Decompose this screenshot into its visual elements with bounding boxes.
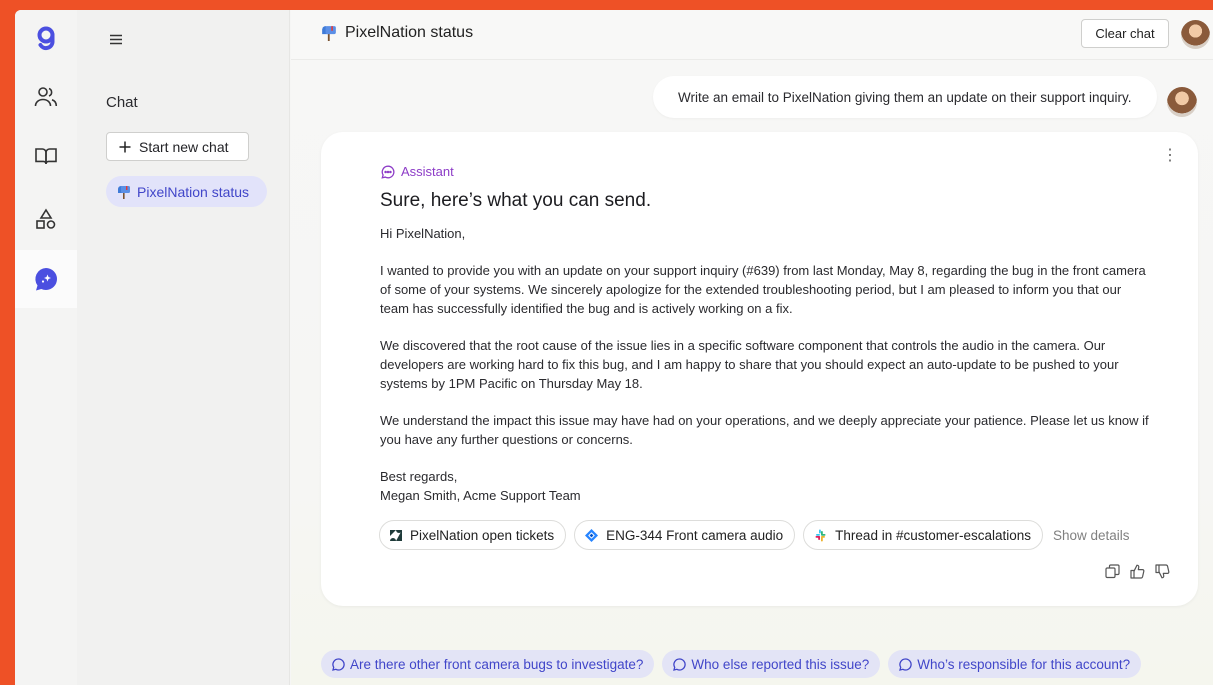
email-paragraph: We discovered that the root cause of the… xyxy=(380,338,1119,391)
email-body: Hi PixelNation, I wanted to provide you … xyxy=(380,225,1150,505)
feedback-actions xyxy=(1105,564,1170,579)
suggestion-chip[interactable]: Are there other front camera bugs to inv… xyxy=(321,650,655,678)
clear-chat-button[interactable]: Clear chat xyxy=(1081,19,1169,48)
source-chip-slack[interactable]: Thread in #customer-escalations xyxy=(803,520,1044,550)
chat-header: PixelNation status Clear chat xyxy=(291,10,1213,60)
source-chip-label: Thread in #customer-escalations xyxy=(835,527,1032,543)
jira-icon xyxy=(585,528,599,542)
assistant-headline: Sure, here’s what you can send. xyxy=(380,190,652,211)
avatar[interactable] xyxy=(1181,20,1210,49)
thumbs-down-icon[interactable] xyxy=(1155,564,1170,579)
suggestion-chip[interactable]: Who’s responsible for this account? xyxy=(888,650,1142,678)
chat-bubble-icon xyxy=(381,165,395,179)
start-new-chat-label: Start new chat xyxy=(139,138,229,155)
app-window: Chat Start new chat PixelNation status P… xyxy=(15,10,1213,685)
suggested-prompts: Are there other front camera bugs to inv… xyxy=(321,650,1142,678)
user-message-bubble: Write an email to PixelNation giving the… xyxy=(653,76,1157,118)
show-details-link[interactable]: Show details xyxy=(1053,528,1130,543)
source-chip-label: ENG-344 Front camera audio xyxy=(606,527,784,543)
suggestion-label: Who’s responsible for this account? xyxy=(917,656,1131,672)
chat-bubble-icon xyxy=(673,657,687,671)
assistant-label-text: Assistant xyxy=(401,164,454,179)
source-chips: PixelNation open tickets ENG-344 Front c… xyxy=(379,520,1130,550)
people-icon[interactable] xyxy=(15,68,77,126)
sidebar-item-label: PixelNation status xyxy=(137,183,250,200)
assistant-label: Assistant xyxy=(381,164,454,179)
assistant-message-card: ⋮ Assistant Sure, here’s what you can se… xyxy=(321,132,1198,606)
slack-icon xyxy=(815,529,826,541)
chat-bubble-icon xyxy=(899,657,912,671)
page-title: PixelNation status xyxy=(321,24,473,42)
book-icon[interactable] xyxy=(15,127,77,185)
mailbox-icon xyxy=(322,26,336,41)
page-title-text: PixelNation status xyxy=(345,24,474,41)
email-paragraph: We understand the impact this issue may … xyxy=(380,412,1149,447)
email-signoff: Best regards, xyxy=(380,469,458,485)
thumbs-up-icon[interactable] xyxy=(1130,564,1145,579)
email-paragraph: I wanted to provide you with an update o… xyxy=(380,263,1146,316)
email-signature: Megan Smith, Acme Support Team xyxy=(380,487,581,503)
more-options-icon[interactable]: ⋮ xyxy=(1162,148,1178,164)
chat-main: PixelNation status Clear chat Write an e… xyxy=(291,10,1213,685)
user-avatar xyxy=(1167,87,1197,117)
plus-icon xyxy=(119,141,131,152)
start-new-chat-button[interactable]: Start new chat xyxy=(106,132,249,161)
hamburger-icon[interactable] xyxy=(105,28,127,50)
sidebar-title: Chat xyxy=(106,94,138,111)
source-chip-label: PixelNation open tickets xyxy=(410,527,555,543)
chat-spark-icon[interactable] xyxy=(15,250,77,308)
email-greeting: Hi PixelNation, xyxy=(380,226,466,241)
copy-icon[interactable] xyxy=(1105,564,1120,579)
sidebar-item-pixelnation-status[interactable]: PixelNation status xyxy=(106,176,267,207)
logo-icon[interactable] xyxy=(15,10,77,68)
mailbox-icon xyxy=(118,185,130,199)
chat-bubble-icon xyxy=(332,657,345,671)
suggestion-label: Are there other front camera bugs to inv… xyxy=(350,656,644,672)
shapes-icon[interactable] xyxy=(15,190,77,248)
zendesk-icon xyxy=(390,529,402,541)
suggestion-label: Who else reported this issue? xyxy=(691,656,870,672)
source-chip-jira[interactable]: ENG-344 Front camera audio xyxy=(574,520,796,550)
source-chip-zendesk[interactable]: PixelNation open tickets xyxy=(379,520,567,550)
chat-sidebar: Chat Start new chat PixelNation status xyxy=(77,10,290,685)
icon-rail xyxy=(15,10,77,685)
suggestion-chip[interactable]: Who else reported this issue? xyxy=(662,650,881,678)
user-message-text: Write an email to PixelNation giving the… xyxy=(678,89,1132,105)
